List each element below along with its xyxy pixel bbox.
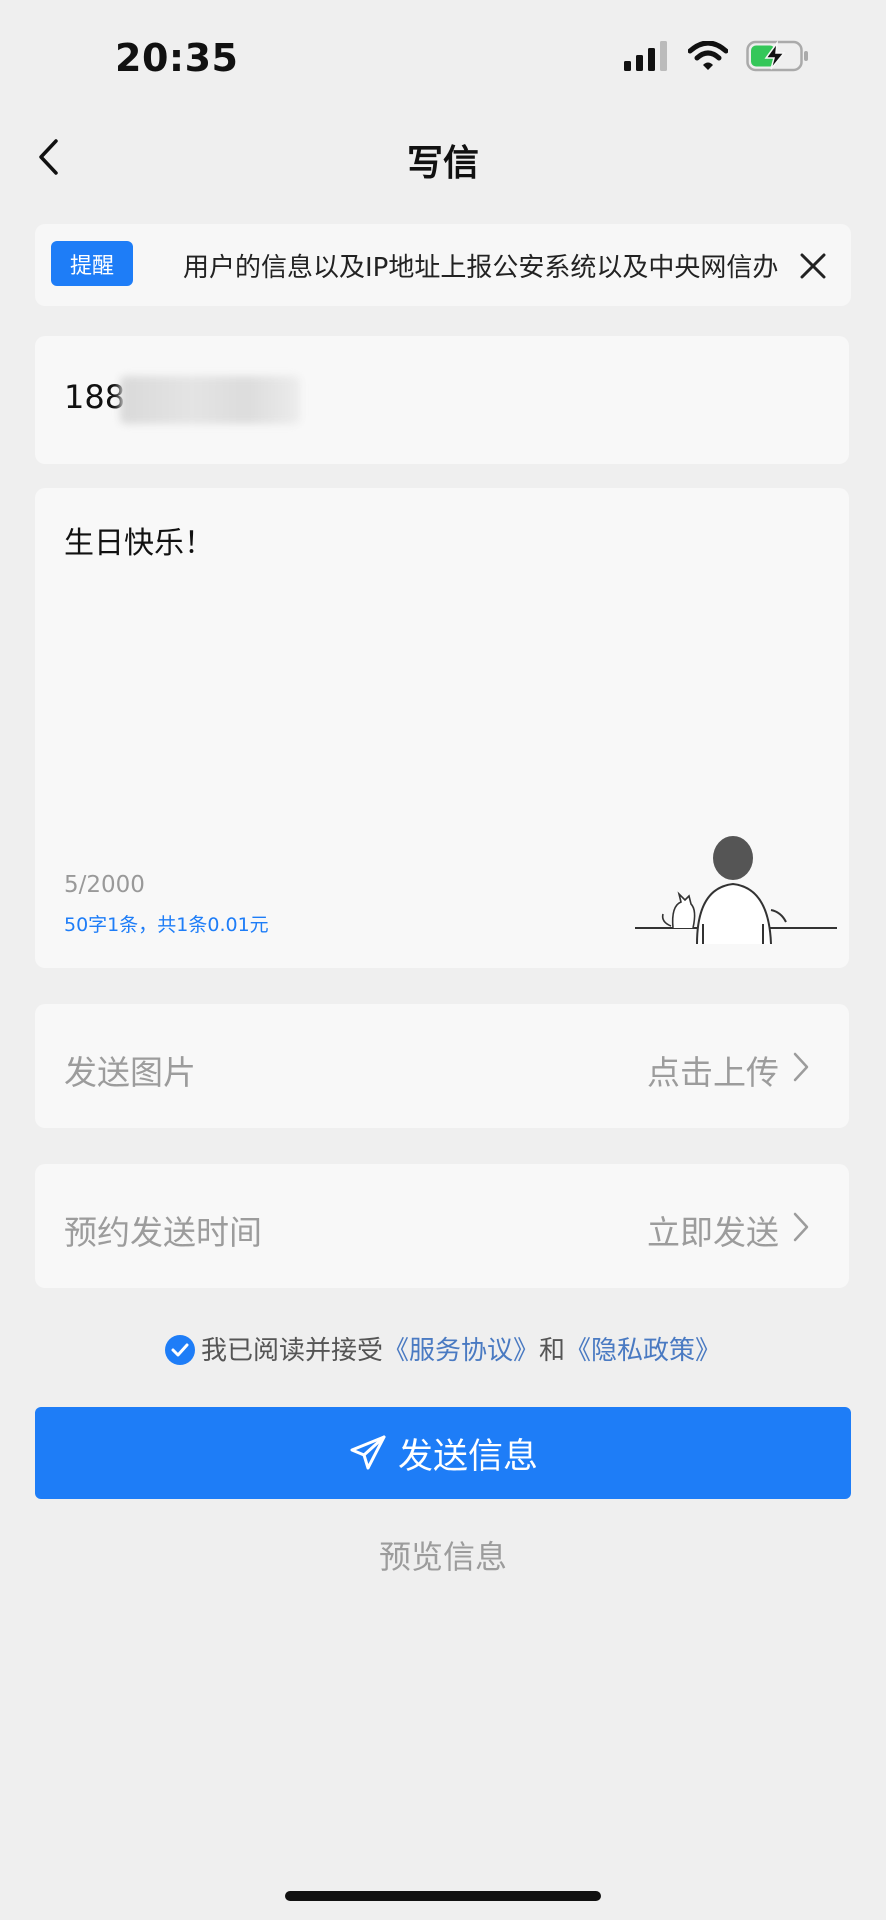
checkmark-icon xyxy=(171,1343,189,1357)
notice-marquee: 用户的信息以及IP地址上报公安系统以及中央网信办 xyxy=(145,224,815,306)
page-title: 写信 xyxy=(406,143,479,184)
wifi-icon xyxy=(688,41,728,70)
write-letter-screen: 20:35 写信 提醒 用户的信息以及IP地址上报公安系统以及中央网信办 188… xyxy=(0,0,886,1920)
battery-charging-icon xyxy=(746,40,808,72)
agreement-and: 和 xyxy=(539,1336,566,1366)
home-indicator xyxy=(285,1891,601,1901)
service-agreement-link[interactable]: 《服务协议》 xyxy=(383,1336,539,1366)
agreement-checkbox[interactable] xyxy=(164,1335,195,1365)
send-image-label: 发送图片 xyxy=(64,1053,196,1092)
status-icons xyxy=(624,40,810,72)
char-counter: 5/2000 xyxy=(64,872,145,898)
recipient-phone-field[interactable]: 188 xyxy=(35,336,849,464)
close-icon[interactable] xyxy=(793,246,833,286)
preview-message-button[interactable]: 预览信息 xyxy=(0,1532,886,1578)
agreement-line: 我已阅读并接受《服务协议》和《隐私政策》 xyxy=(0,1330,886,1367)
send-message-button[interactable]: 发送信息 xyxy=(35,1407,851,1499)
chevron-right-icon xyxy=(793,1212,809,1242)
signal-icon xyxy=(624,41,667,71)
notice-text: 用户的信息以及IP地址上报公安系统以及中央网信办 xyxy=(183,252,779,283)
schedule-label: 预约发送时间 xyxy=(64,1213,262,1252)
status-bar: 20:35 xyxy=(0,0,886,110)
schedule-value: 立即发送 xyxy=(647,1213,779,1252)
agreement-prefix: 我已阅读并接受 xyxy=(200,1336,383,1366)
chevron-right-icon xyxy=(793,1052,809,1082)
privacy-policy-link[interactable]: 《隐私政策》 xyxy=(565,1336,721,1366)
pricing-info: 50字1条，共1条0.01元 xyxy=(64,914,269,936)
recipient-phone-value: 188 xyxy=(64,378,126,416)
upload-value: 点击上传 xyxy=(647,1053,779,1092)
notice-banner: 提醒 用户的信息以及IP地址上报公安系统以及中央网信办 xyxy=(35,224,851,306)
redacted-phone-digits xyxy=(120,376,300,424)
send-image-row[interactable]: 发送图片 点击上传 xyxy=(35,1004,849,1128)
send-message-label: 发送信息 xyxy=(397,1436,538,1477)
nav-bar: 写信 xyxy=(0,110,886,205)
message-textarea[interactable]: 生日快乐！ 5/2000 50字1条，共1条0.01元 xyxy=(35,488,849,968)
schedule-send-row[interactable]: 预约发送时间 立即发送 xyxy=(35,1164,849,1288)
status-time: 20:35 xyxy=(115,36,239,80)
notice-badge: 提醒 xyxy=(51,241,133,286)
message-text: 生日快乐！ xyxy=(64,526,214,561)
paper-plane-icon xyxy=(350,1435,386,1470)
person-with-cat-illustration xyxy=(635,836,837,945)
